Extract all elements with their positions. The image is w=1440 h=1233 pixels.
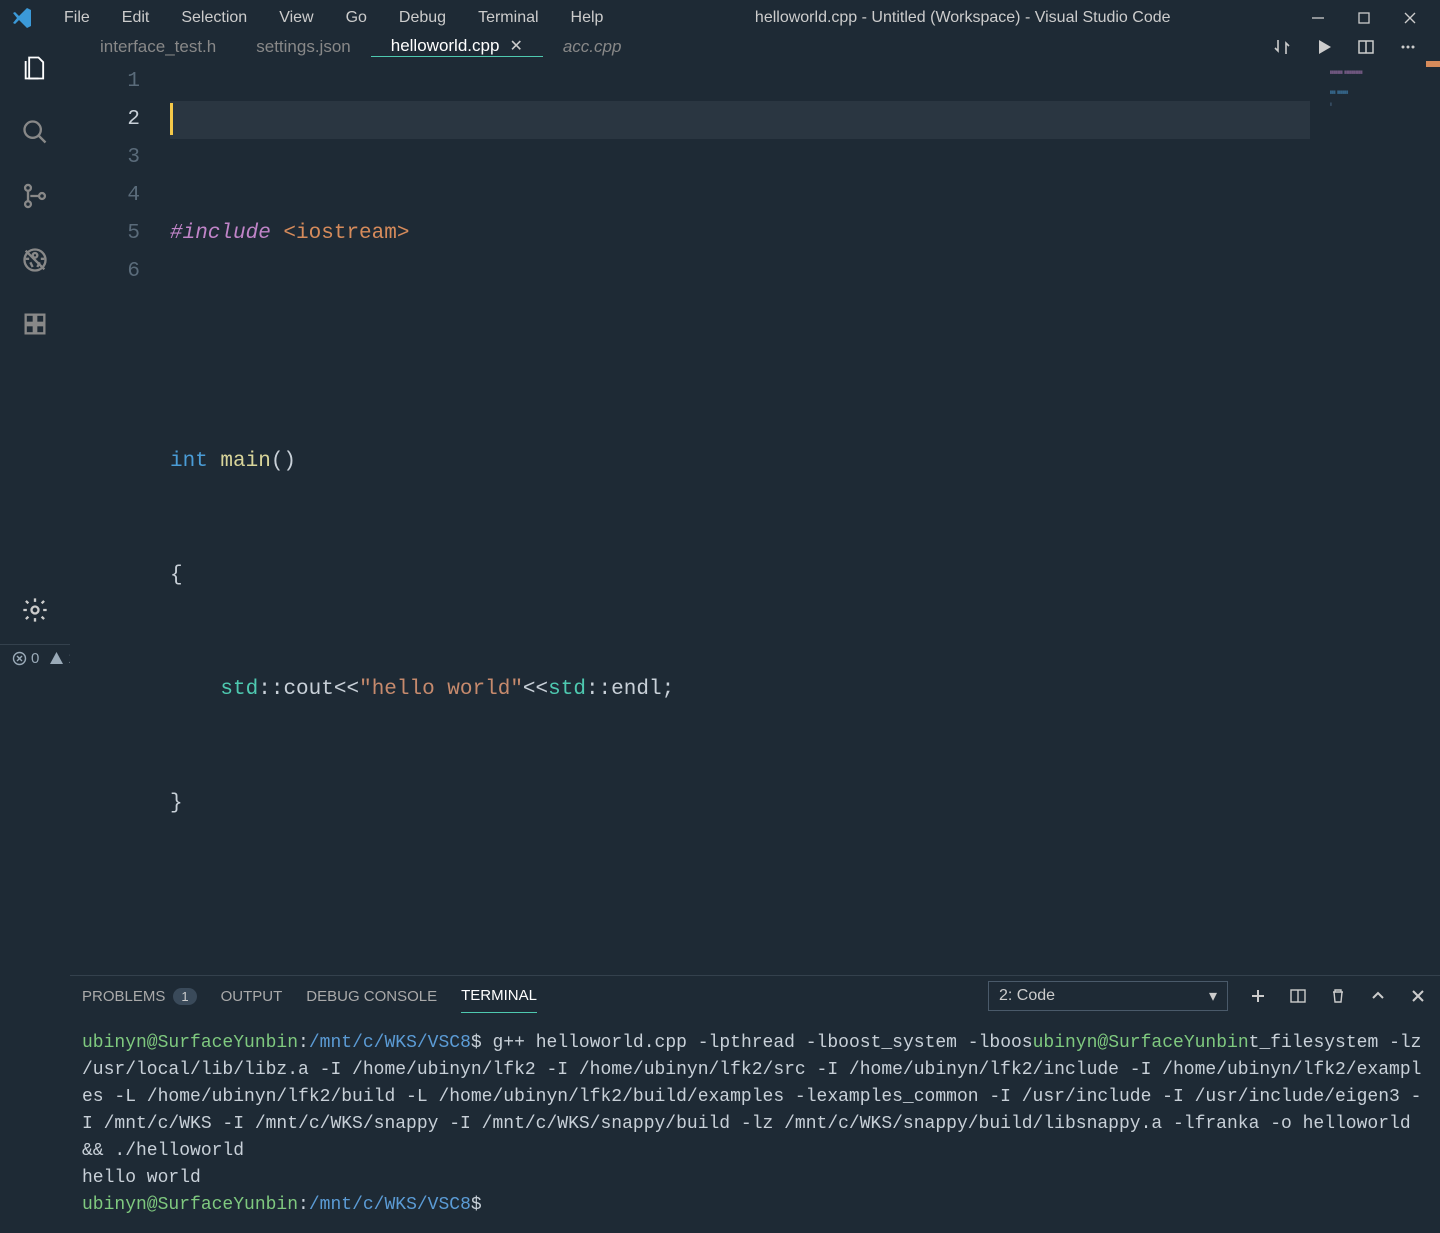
bottom-panel: PROBLEMS 1 OUTPUT DEBUG CONSOLE TERMINAL… xyxy=(70,975,1440,1233)
panel-tab-terminal[interactable]: TERMINAL xyxy=(461,979,537,1013)
debug-icon[interactable] xyxy=(15,240,55,280)
tok: std xyxy=(220,678,258,701)
menu-debug[interactable]: Debug xyxy=(385,3,460,33)
explorer-icon[interactable] xyxy=(15,48,55,88)
compare-changes-icon[interactable] xyxy=(1272,37,1292,57)
close-icon[interactable] xyxy=(1400,8,1420,28)
tok: << xyxy=(334,678,359,701)
terminal-select-value: 2: Code xyxy=(999,987,1055,1005)
tab-acc-cpp[interactable]: acc.cpp xyxy=(543,36,642,57)
tok: #include xyxy=(170,222,271,245)
menu-view[interactable]: View xyxy=(265,3,327,33)
tok: cout xyxy=(283,678,333,701)
panel-tabs: PROBLEMS 1 OUTPUT DEBUG CONSOLE TERMINAL… xyxy=(70,976,1440,1016)
terminal-output[interactable]: ubinyn@SurfaceYunbin:/mnt/c/WKS/VSC8$ g+… xyxy=(70,1016,1440,1233)
tok: :: xyxy=(258,678,283,701)
tab-label: interface_test.h xyxy=(100,37,216,57)
menu-terminal[interactable]: Terminal xyxy=(464,3,552,33)
tok: <iostream> xyxy=(271,222,410,245)
vscode-logo-icon xyxy=(10,6,34,30)
extensions-icon[interactable] xyxy=(15,304,55,344)
panel-tab-problems[interactable]: PROBLEMS 1 xyxy=(82,980,197,1013)
minimize-icon[interactable] xyxy=(1308,8,1328,28)
tok: main xyxy=(208,450,271,473)
tok: { xyxy=(170,564,183,587)
more-icon[interactable] xyxy=(1398,37,1418,57)
problems-badge: 1 xyxy=(173,988,196,1005)
minimap[interactable]: ███████ ██████████ ███ ██████ █ ████████… xyxy=(1330,63,1430,113)
tok: std xyxy=(548,678,586,701)
line-number: 2 xyxy=(70,101,140,139)
panel-tab-output[interactable]: OUTPUT xyxy=(221,980,283,1013)
menubar: File Edit Selection View Go Debug Termin… xyxy=(50,3,617,33)
tok: } xyxy=(170,792,183,815)
menu-selection[interactable]: Selection xyxy=(167,3,261,33)
editor-tabs: interface_test.h settings.json helloworl… xyxy=(70,36,1440,57)
term-text: $ xyxy=(471,1195,482,1215)
tab-settings-json[interactable]: settings.json xyxy=(236,36,371,57)
activitybar xyxy=(0,36,70,644)
split-terminal-icon[interactable] xyxy=(1288,986,1308,1006)
menu-edit[interactable]: Edit xyxy=(108,3,164,33)
chevron-down-icon: ▾ xyxy=(1209,986,1217,1006)
maximize-icon[interactable] xyxy=(1354,8,1374,28)
line-number: 1 xyxy=(70,63,140,101)
tab-label: settings.json xyxy=(256,37,351,57)
line-number: 6 xyxy=(70,253,140,291)
line-gutter: 1 2 3 4 5 6 xyxy=(70,57,170,975)
window-title: helloworld.cpp - Untitled (Workspace) - … xyxy=(617,9,1308,27)
titlebar: File Edit Selection View Go Debug Termin… xyxy=(0,0,1440,36)
trash-icon[interactable] xyxy=(1328,986,1348,1006)
term-path: /mnt/c/WKS/VSC8 xyxy=(309,1033,471,1053)
close-panel-icon[interactable] xyxy=(1408,986,1428,1006)
line-number: 3 xyxy=(70,139,140,177)
menu-go[interactable]: Go xyxy=(332,3,381,33)
tok: << xyxy=(523,678,548,701)
run-icon[interactable] xyxy=(1314,37,1334,57)
source-control-icon[interactable] xyxy=(15,176,55,216)
scroll-marker xyxy=(1426,61,1440,67)
tab-label: acc.cpp xyxy=(563,37,622,57)
errors-count: 0 xyxy=(31,650,39,667)
window-controls xyxy=(1308,8,1430,28)
status-errors[interactable]: 0 xyxy=(12,650,39,667)
settings-gear-icon[interactable] xyxy=(15,590,55,630)
term-user: ubinyn@SurfaceYunbin xyxy=(82,1195,298,1215)
tok: endl xyxy=(611,678,661,701)
new-terminal-icon[interactable] xyxy=(1248,986,1268,1006)
terminal-selector[interactable]: 2: Code ▾ xyxy=(988,981,1228,1011)
tok: int xyxy=(170,450,208,473)
active-line-highlight xyxy=(170,101,1310,139)
panel-tab-label: PROBLEMS xyxy=(82,988,165,1005)
tok: "hello world" xyxy=(359,678,523,701)
close-tab-icon[interactable]: ✕ xyxy=(509,36,522,56)
term-text: g++ helloworld.cpp -lpthread -lboost_sys… xyxy=(482,1033,1033,1053)
menu-help[interactable]: Help xyxy=(557,3,618,33)
term-output: hello world xyxy=(82,1168,201,1188)
maximize-panel-icon[interactable] xyxy=(1368,986,1388,1006)
code-content[interactable]: #include <iostream> int main() { std::co… xyxy=(170,57,1440,975)
code-editor[interactable]: 1 2 3 4 5 6 #include <iostream> int main… xyxy=(70,57,1440,975)
split-editor-icon[interactable] xyxy=(1356,37,1376,57)
panel-tab-debug-console[interactable]: DEBUG CONSOLE xyxy=(306,980,437,1013)
tok xyxy=(170,678,220,701)
term-text: : xyxy=(298,1033,309,1053)
term-user: ubinyn@SurfaceYunbin xyxy=(82,1033,298,1053)
menu-file[interactable]: File xyxy=(50,3,104,33)
term-user: ubinyn@SurfaceYunbin xyxy=(1033,1033,1249,1053)
editor-cursor xyxy=(170,103,173,135)
tab-interface-test[interactable]: interface_test.h xyxy=(80,36,236,57)
term-text: : xyxy=(298,1195,309,1215)
term-path: /mnt/c/WKS/VSC8 xyxy=(309,1195,471,1215)
tok: ; xyxy=(662,678,675,701)
tok: :: xyxy=(586,678,611,701)
tab-helloworld[interactable]: helloworld.cpp ✕ xyxy=(371,36,543,57)
line-number: 5 xyxy=(70,215,140,253)
search-icon[interactable] xyxy=(15,112,55,152)
tab-label: helloworld.cpp xyxy=(391,36,500,56)
line-number: 4 xyxy=(70,177,140,215)
tok: () xyxy=(271,450,296,473)
term-text: $ xyxy=(471,1033,482,1053)
